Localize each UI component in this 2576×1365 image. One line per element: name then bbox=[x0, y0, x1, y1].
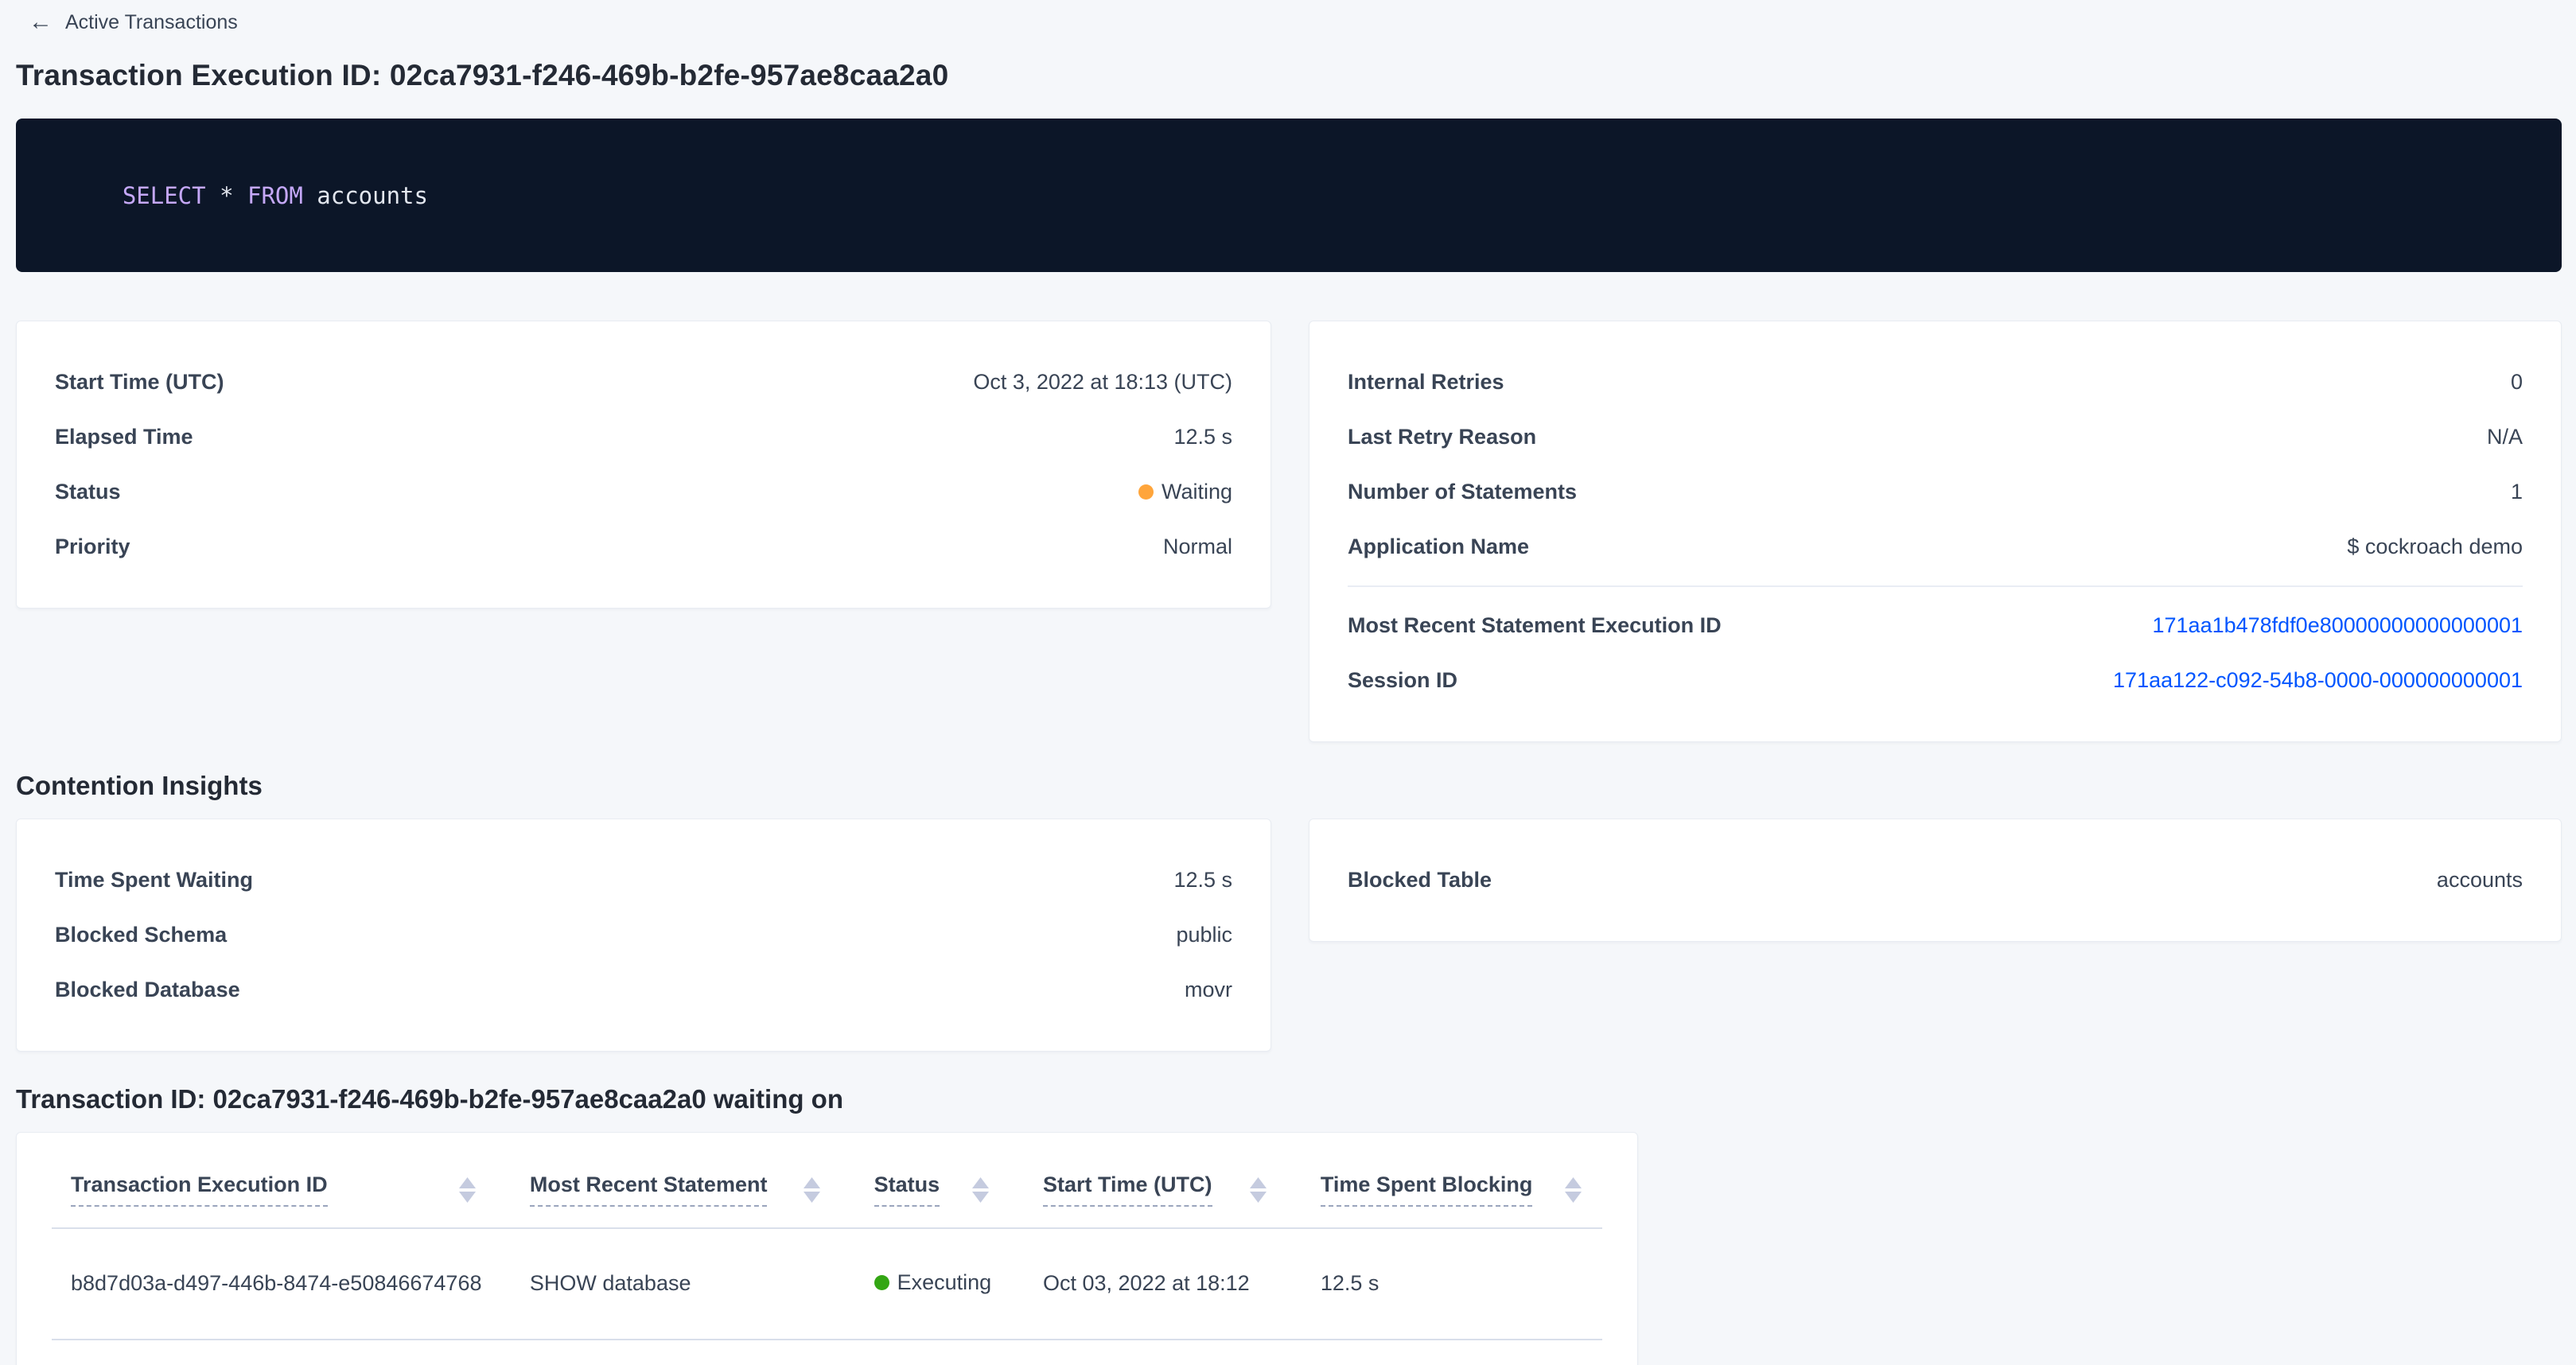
column-header-label: Start Time (UTC) bbox=[1043, 1172, 1212, 1207]
row-value: accounts bbox=[2437, 868, 2523, 892]
cell-most-recent-statement: SHOW database bbox=[511, 1228, 855, 1340]
row-value: 12.5 s bbox=[1173, 425, 1232, 449]
waiting-status-dot-icon bbox=[1138, 484, 1154, 500]
row-label: Blocked Table bbox=[1348, 868, 1492, 892]
sort-icon[interactable] bbox=[972, 1177, 989, 1203]
sort-icon[interactable] bbox=[804, 1177, 820, 1203]
back-arrow-icon: ← bbox=[29, 10, 53, 34]
row-label: Priority bbox=[55, 535, 130, 559]
table-row: b8d7d03a-d497-446b-8474-e50846674768 SHO… bbox=[52, 1228, 1602, 1340]
row-value: movr bbox=[1185, 978, 1232, 1002]
contention-insights-heading: Contention Insights bbox=[16, 771, 2562, 801]
contention-row-time-spent-waiting: Time Spent Waiting 12.5 s bbox=[55, 853, 1232, 908]
contention-row-blocked-database: Blocked Database movr bbox=[55, 962, 1232, 1017]
status-text: Waiting bbox=[1162, 480, 1232, 504]
contention-right-card: Blocked Table accounts bbox=[1309, 819, 2562, 942]
sql-keyword: FROM bbox=[247, 182, 303, 209]
row-value: 12.5 s bbox=[1173, 868, 1232, 892]
overview-row-priority: Priority Normal bbox=[55, 519, 1232, 574]
row-label: Most Recent Statement Execution ID bbox=[1348, 613, 1722, 638]
column-header-most-recent-statement[interactable]: Most Recent Statement bbox=[511, 1133, 855, 1228]
details-card: Internal Retries 0 Last Retry Reason N/A… bbox=[1309, 321, 2562, 742]
card-divider bbox=[1348, 585, 2523, 587]
row-label: Application Name bbox=[1348, 535, 1529, 559]
row-value: Normal bbox=[1163, 535, 1232, 559]
details-row-number-of-statements: Number of Statements 1 bbox=[1348, 465, 2523, 519]
contention-cards: Time Spent Waiting 12.5 s Blocked Schema… bbox=[16, 819, 2562, 1052]
breadcrumb-back-link[interactable]: ← Active Transactions bbox=[16, 8, 2562, 37]
contention-left-card: Time Spent Waiting 12.5 s Blocked Schema… bbox=[16, 819, 1271, 1052]
sort-icon[interactable] bbox=[1565, 1177, 1582, 1203]
breadcrumb-label: Active Transactions bbox=[65, 11, 238, 34]
column-header-label: Most Recent Statement bbox=[530, 1172, 768, 1207]
row-label: Internal Retries bbox=[1348, 370, 1504, 395]
sql-text: accounts bbox=[303, 182, 428, 209]
status-badge: Waiting bbox=[1138, 480, 1232, 504]
row-label: Start Time (UTC) bbox=[55, 370, 224, 395]
details-row-most-recent-statement-execution-id: Most Recent Statement Execution ID 171aa… bbox=[1348, 598, 2523, 653]
row-value: $ cockroach demo bbox=[2347, 535, 2523, 559]
waiting-on-table-card: Transaction Execution ID Most Recent Sta… bbox=[16, 1132, 1638, 1365]
column-header-status[interactable]: Status bbox=[855, 1133, 1024, 1228]
row-label: Time Spent Waiting bbox=[55, 868, 253, 892]
summary-cards: Start Time (UTC) Oct 3, 2022 at 18:13 (U… bbox=[16, 321, 2562, 742]
details-row-internal-retries: Internal Retries 0 bbox=[1348, 355, 2523, 410]
column-header-label: Status bbox=[874, 1172, 940, 1207]
table-header-row: Transaction Execution ID Most Recent Sta… bbox=[52, 1133, 1602, 1228]
page-title: Transaction Execution ID: 02ca7931-f246-… bbox=[16, 59, 2562, 92]
column-header-time-spent-blocking[interactable]: Time Spent Blocking bbox=[1302, 1133, 1602, 1228]
waiting-on-heading: Transaction ID: 02ca7931-f246-469b-b2fe-… bbox=[16, 1084, 2562, 1114]
details-row-last-retry-reason: Last Retry Reason N/A bbox=[1348, 410, 2523, 465]
column-header-label: Transaction Execution ID bbox=[71, 1172, 328, 1207]
sql-statement-box: SELECT * FROM accounts bbox=[16, 119, 2562, 272]
details-row-session-id: Session ID 171aa122-c092-54b8-0000-00000… bbox=[1348, 653, 2523, 708]
status-badge: Executing bbox=[874, 1270, 992, 1295]
statement-execution-id-link[interactable]: 171aa1b478fdf0e80000000000000001 bbox=[2153, 613, 2523, 637]
sort-icon[interactable] bbox=[1250, 1177, 1267, 1203]
row-value: Oct 3, 2022 at 18:13 (UTC) bbox=[973, 370, 1232, 395]
row-label: Number of Statements bbox=[1348, 480, 1577, 504]
cell-start-time: Oct 03, 2022 at 18:12 bbox=[1024, 1228, 1302, 1340]
overview-row-elapsed-time: Elapsed Time 12.5 s bbox=[55, 410, 1232, 465]
contention-row-blocked-table: Blocked Table accounts bbox=[1348, 853, 2523, 908]
executing-status-dot-icon bbox=[874, 1275, 889, 1290]
overview-row-status: Status Waiting bbox=[55, 465, 1232, 519]
row-label: Last Retry Reason bbox=[1348, 425, 1536, 449]
sql-text: * bbox=[206, 182, 247, 209]
row-label: Blocked Database bbox=[55, 978, 240, 1002]
column-header-transaction-execution-id[interactable]: Transaction Execution ID bbox=[52, 1133, 511, 1228]
cell-transaction-execution-id: b8d7d03a-d497-446b-8474-e50846674768 bbox=[52, 1228, 511, 1340]
session-id-link[interactable]: 171aa122-c092-54b8-0000-000000000001 bbox=[2113, 668, 2523, 692]
column-header-start-time[interactable]: Start Time (UTC) bbox=[1024, 1133, 1302, 1228]
row-value: public bbox=[1176, 923, 1232, 947]
row-value: N/A bbox=[2487, 425, 2523, 449]
contention-row-blocked-schema: Blocked Schema public bbox=[55, 908, 1232, 962]
row-label: Elapsed Time bbox=[55, 425, 193, 449]
row-value: 1 bbox=[2511, 480, 2523, 504]
row-label: Status bbox=[55, 480, 121, 504]
waiting-on-table: Transaction Execution ID Most Recent Sta… bbox=[52, 1133, 1602, 1340]
sql-keyword: SELECT bbox=[123, 182, 206, 209]
column-header-label: Time Spent Blocking bbox=[1321, 1172, 1533, 1207]
status-text: Executing bbox=[897, 1270, 992, 1295]
details-row-application-name: Application Name $ cockroach demo bbox=[1348, 519, 2523, 574]
cell-time-spent-blocking: 12.5 s bbox=[1302, 1228, 1602, 1340]
transaction-details-page: ← Active Transactions Transaction Execut… bbox=[0, 0, 2576, 1365]
row-label: Session ID bbox=[1348, 668, 1457, 693]
cell-status: Executing bbox=[855, 1228, 1024, 1340]
row-label: Blocked Schema bbox=[55, 923, 227, 947]
row-value: 0 bbox=[2511, 370, 2523, 395]
sort-icon[interactable] bbox=[459, 1177, 476, 1203]
overview-row-start-time: Start Time (UTC) Oct 3, 2022 at 18:13 (U… bbox=[55, 355, 1232, 410]
overview-card: Start Time (UTC) Oct 3, 2022 at 18:13 (U… bbox=[16, 321, 1271, 609]
